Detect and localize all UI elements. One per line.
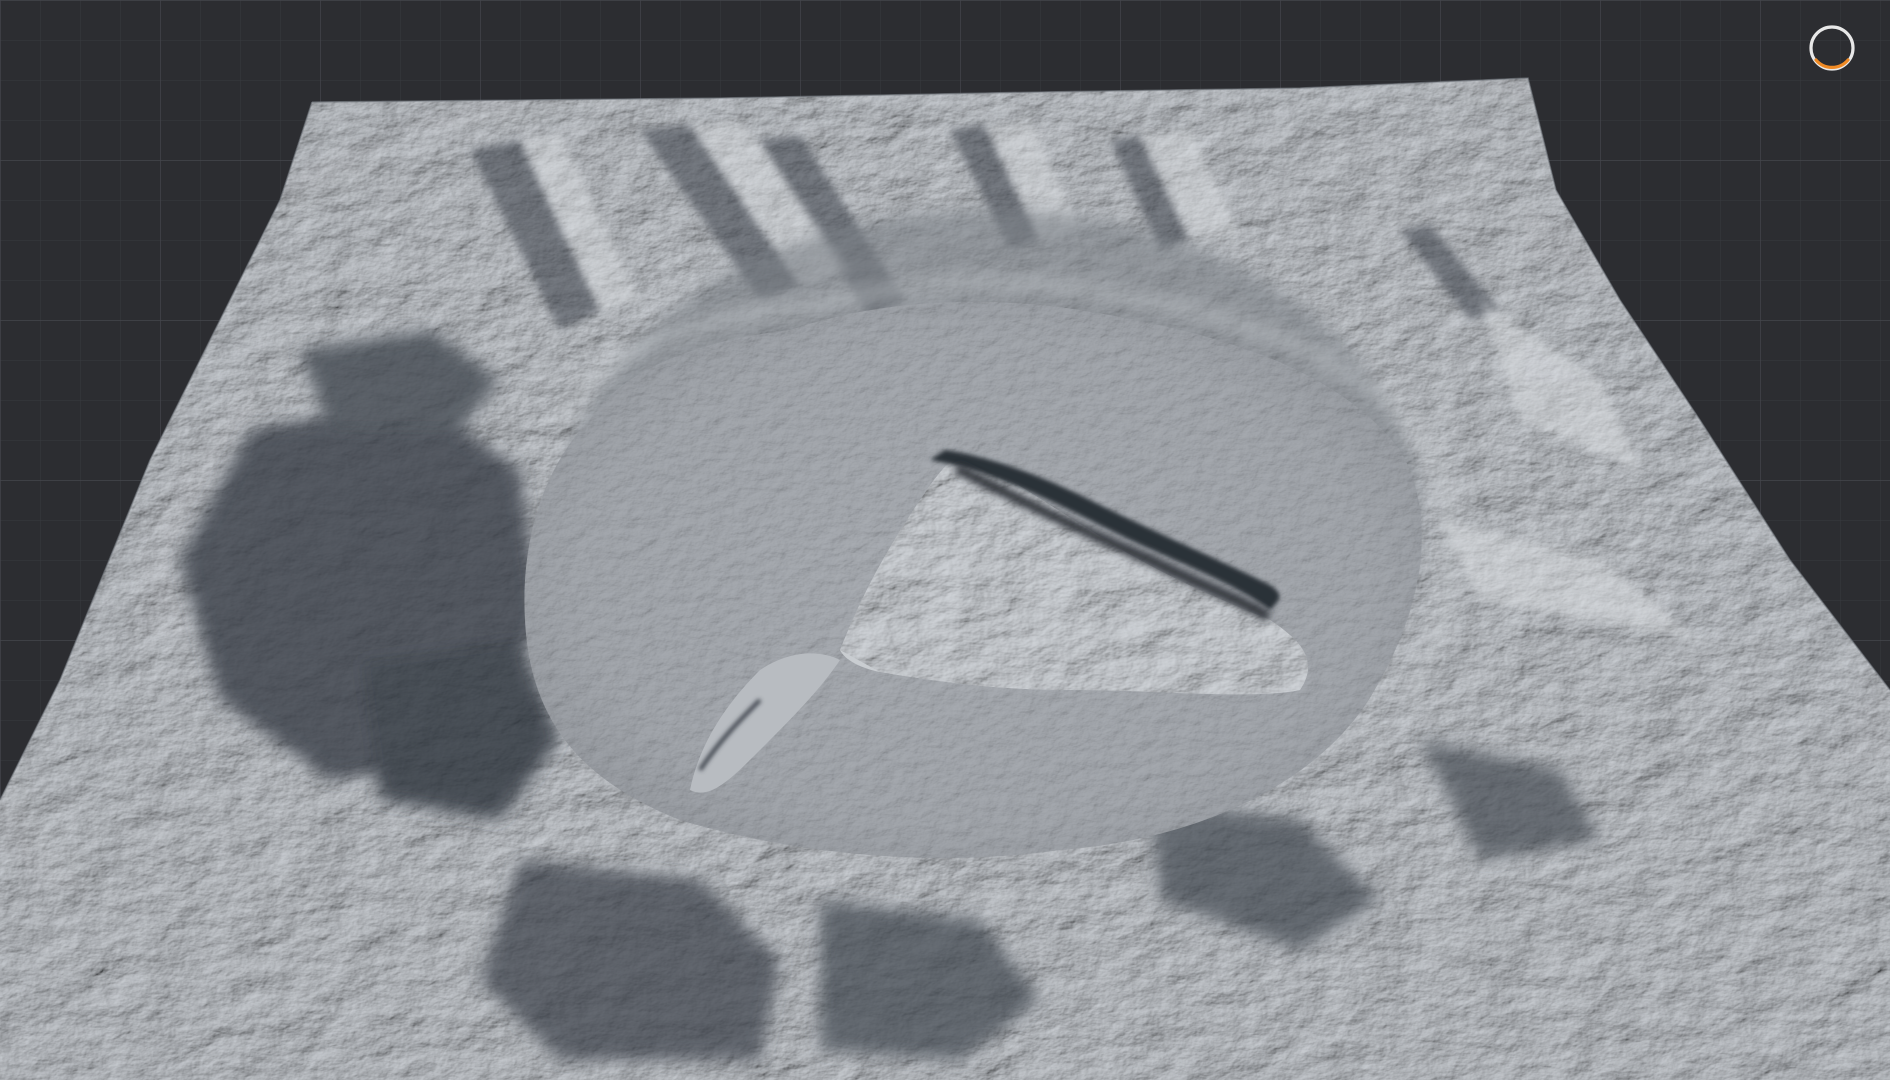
- 3d-viewport[interactable]: orbit-gizmo-icon: [0, 0, 1890, 1080]
- orbit-gizmo-button[interactable]: orbit-gizmo-icon: [1806, 22, 1858, 74]
- orbit-gizmo-icon: [1809, 25, 1855, 71]
- scene-canvas[interactable]: [0, 0, 1890, 1080]
